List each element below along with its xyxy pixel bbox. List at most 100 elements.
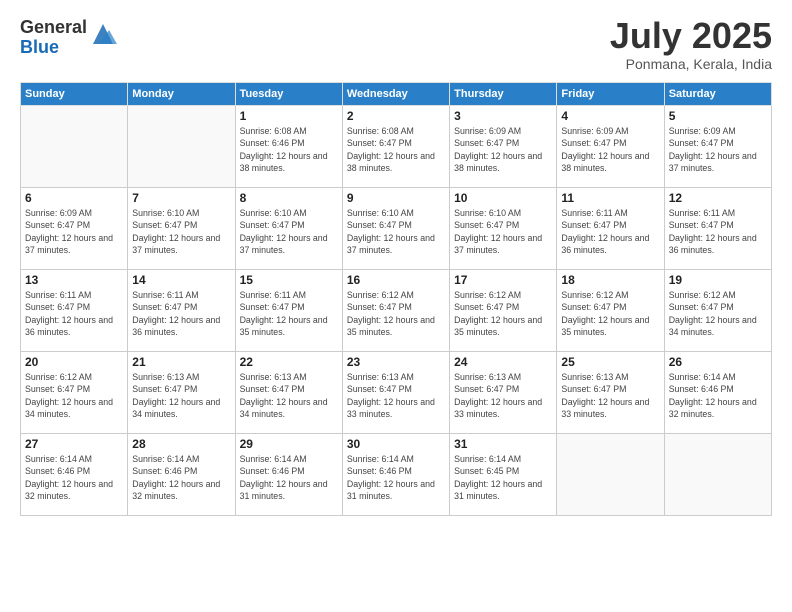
day-info: Sunrise: 6:11 AMSunset: 6:47 PMDaylight:… [669,207,767,256]
calendar-week-row: 6 Sunrise: 6:09 AMSunset: 6:47 PMDaylight… [21,188,772,270]
table-row: 28 Sunrise: 6:14 AMSunset: 6:46 PMDayligh… [128,434,235,516]
day-number: 27 [25,437,123,451]
day-info: Sunrise: 6:09 AMSunset: 6:47 PMDaylight:… [561,125,659,174]
col-wednesday: Wednesday [342,83,449,106]
day-info: Sunrise: 6:09 AMSunset: 6:47 PMDaylight:… [669,125,767,174]
day-info: Sunrise: 6:13 AMSunset: 6:47 PMDaylight:… [240,371,338,420]
day-number: 19 [669,273,767,287]
table-row: 27 Sunrise: 6:14 AMSunset: 6:46 PMDayligh… [21,434,128,516]
day-info: Sunrise: 6:09 AMSunset: 6:47 PMDaylight:… [25,207,123,256]
col-saturday: Saturday [664,83,771,106]
table-row: 16Sunrise: 6:12 AMSunset: 6:47 PMDayligh… [342,270,449,352]
day-number: 2 [347,109,445,123]
col-sunday: Sunday [21,83,128,106]
day-number: 20 [25,355,123,369]
table-row: 10Sunrise: 6:10 AMSunset: 6:47 PMDayligh… [450,188,557,270]
day-info: Sunrise: 6:11 AMSunset: 6:47 PMDaylight:… [132,289,230,338]
day-info: Sunrise: 6:10 AMSunset: 6:47 PMDaylight:… [240,207,338,256]
day-info: Sunrise: 6:13 AMSunset: 6:47 PMDaylight:… [132,371,230,420]
table-row: 29Sunrise: 6:14 AMSunset: 6:46 PMDayligh… [235,434,342,516]
calendar-week-row: 1 Sunrise: 6:08 AMSunset: 6:46 PMDaylight… [21,106,772,188]
calendar-week-row: 27 Sunrise: 6:14 AMSunset: 6:46 PMDayligh… [21,434,772,516]
logo-blue: Blue [20,38,87,58]
table-row: 15 Sunrise: 6:11 AMSunset: 6:47 PMDayligh… [235,270,342,352]
day-number: 7 [132,191,230,205]
day-info: Sunrise: 6:10 AMSunset: 6:47 PMDaylight:… [132,207,230,256]
day-number: 18 [561,273,659,287]
table-row: 7 Sunrise: 6:10 AMSunset: 6:47 PMDaylight… [128,188,235,270]
table-row: 25Sunrise: 6:13 AMSunset: 6:47 PMDayligh… [557,352,664,434]
day-number: 11 [561,191,659,205]
day-info: Sunrise: 6:08 AMSunset: 6:47 PMDaylight:… [347,125,445,174]
day-number: 31 [454,437,552,451]
col-tuesday: Tuesday [235,83,342,106]
table-row [557,434,664,516]
table-row: 4Sunrise: 6:09 AMSunset: 6:47 PMDaylight… [557,106,664,188]
day-info: Sunrise: 6:12 AMSunset: 6:47 PMDaylight:… [347,289,445,338]
calendar-week-row: 20 Sunrise: 6:12 AMSunset: 6:47 PMDayligh… [21,352,772,434]
logo-icon [89,20,117,48]
day-number: 15 [240,273,338,287]
day-number: 30 [347,437,445,451]
col-monday: Monday [128,83,235,106]
col-friday: Friday [557,83,664,106]
table-row: 26Sunrise: 6:14 AMSunset: 6:46 PMDayligh… [664,352,771,434]
day-info: Sunrise: 6:10 AMSunset: 6:47 PMDaylight:… [454,207,552,256]
table-row: 21 Sunrise: 6:13 AMSunset: 6:47 PMDayligh… [128,352,235,434]
day-number: 3 [454,109,552,123]
day-info: Sunrise: 6:10 AMSunset: 6:47 PMDaylight:… [347,207,445,256]
day-number: 12 [669,191,767,205]
calendar-table: Sunday Monday Tuesday Wednesday Thursday… [20,82,772,516]
day-info: Sunrise: 6:12 AMSunset: 6:47 PMDaylight:… [25,371,123,420]
day-info: Sunrise: 6:11 AMSunset: 6:47 PMDaylight:… [25,289,123,338]
table-row [664,434,771,516]
day-info: Sunrise: 6:14 AMSunset: 6:46 PMDaylight:… [25,453,123,502]
day-info: Sunrise: 6:14 AMSunset: 6:46 PMDaylight:… [240,453,338,502]
day-info: Sunrise: 6:14 AMSunset: 6:46 PMDaylight:… [132,453,230,502]
logo: General Blue [20,18,117,58]
day-number: 25 [561,355,659,369]
table-row [128,106,235,188]
table-row: 11 Sunrise: 6:11 AMSunset: 6:47 PMDayligh… [557,188,664,270]
table-row: 6 Sunrise: 6:09 AMSunset: 6:47 PMDaylight… [21,188,128,270]
day-info: Sunrise: 6:11 AMSunset: 6:47 PMDaylight:… [240,289,338,338]
table-row: 30Sunrise: 6:14 AMSunset: 6:46 PMDayligh… [342,434,449,516]
day-number: 24 [454,355,552,369]
table-row: 22 Sunrise: 6:13 AMSunset: 6:47 PMDayligh… [235,352,342,434]
logo-general: General [20,18,87,38]
title-section: July 2025 Ponmana, Kerala, India [610,18,772,72]
day-number: 5 [669,109,767,123]
day-number: 28 [132,437,230,451]
table-row: 31 Sunrise: 6:14 AMSunset: 6:45 PMDayligh… [450,434,557,516]
day-number: 6 [25,191,123,205]
day-number: 9 [347,191,445,205]
day-number: 26 [669,355,767,369]
table-row: 12 Sunrise: 6:11 AMSunset: 6:47 PMDayligh… [664,188,771,270]
month-title: July 2025 [610,18,772,54]
day-number: 14 [132,273,230,287]
location-subtitle: Ponmana, Kerala, India [610,56,772,72]
page: General Blue July 2025 Ponmana, Kerala, … [0,0,792,612]
day-info: Sunrise: 6:14 AMSunset: 6:45 PMDaylight:… [454,453,552,502]
col-thursday: Thursday [450,83,557,106]
header: General Blue July 2025 Ponmana, Kerala, … [20,18,772,72]
day-number: 1 [240,109,338,123]
day-number: 22 [240,355,338,369]
day-info: Sunrise: 6:12 AMSunset: 6:47 PMDaylight:… [561,289,659,338]
day-number: 23 [347,355,445,369]
calendar-header-row: Sunday Monday Tuesday Wednesday Thursday… [21,83,772,106]
day-info: Sunrise: 6:08 AMSunset: 6:46 PMDaylight:… [240,125,338,174]
day-info: Sunrise: 6:13 AMSunset: 6:47 PMDaylight:… [454,371,552,420]
day-info: Sunrise: 6:11 AMSunset: 6:47 PMDaylight:… [561,207,659,256]
day-info: Sunrise: 6:12 AMSunset: 6:47 PMDaylight:… [669,289,767,338]
table-row: 20 Sunrise: 6:12 AMSunset: 6:47 PMDayligh… [21,352,128,434]
table-row: 9 Sunrise: 6:10 AMSunset: 6:47 PMDaylight… [342,188,449,270]
day-number: 8 [240,191,338,205]
table-row: 18 Sunrise: 6:12 AMSunset: 6:47 PMDayligh… [557,270,664,352]
table-row: 1 Sunrise: 6:08 AMSunset: 6:46 PMDaylight… [235,106,342,188]
table-row: 23Sunrise: 6:13 AMSunset: 6:47 PMDayligh… [342,352,449,434]
table-row: 5 Sunrise: 6:09 AMSunset: 6:47 PMDaylight… [664,106,771,188]
table-row [21,106,128,188]
day-number: 21 [132,355,230,369]
table-row: 3Sunrise: 6:09 AMSunset: 6:47 PMDaylight… [450,106,557,188]
